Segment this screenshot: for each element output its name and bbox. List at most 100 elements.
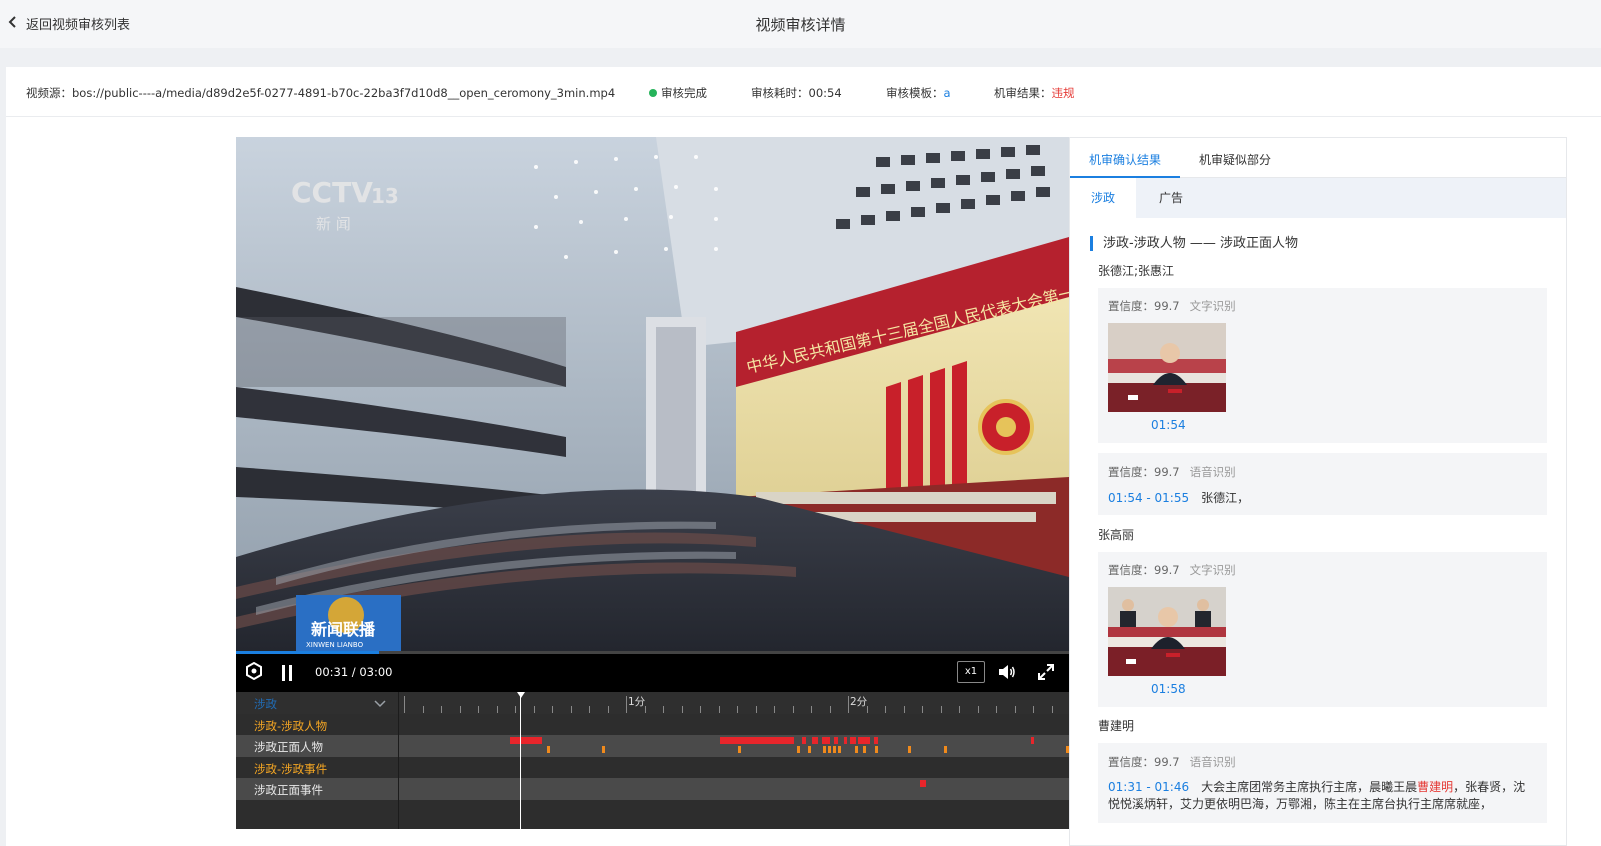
video-frame[interactable]: 中华人民共和国第十三届全国人民代表大会第一次会议 CCTV 13 新 闻 新闻联…	[236, 137, 1069, 651]
playhead[interactable]	[520, 692, 521, 829]
suspect-marker[interactable]	[828, 746, 831, 753]
suspect-marker[interactable]	[944, 746, 947, 753]
settings-hexagon-icon[interactable]	[246, 661, 262, 683]
confidence-label: 置信度：	[1108, 755, 1154, 769]
violation-segment[interactable]	[844, 737, 847, 744]
video-scene: 中华人民共和国第十三届全国人民代表大会第一次会议 CCTV 13 新 闻 新闻联…	[236, 137, 1069, 651]
suspect-marker[interactable]	[823, 746, 826, 753]
playback-speed-button[interactable]: x1	[957, 661, 985, 683]
machine-result-value: 违规	[1051, 86, 1075, 100]
result-panel: 机审确认结果 机审疑似部分 涉政 广告 涉政-涉政人物 —— 涉政正面人物 张德…	[1069, 137, 1567, 846]
suspect-marker[interactable]	[602, 746, 605, 753]
violation-segment[interactable]	[1031, 737, 1034, 744]
news-logo-text: 新闻联播	[311, 620, 376, 639]
review-duration-label: 审核耗时：	[751, 86, 809, 100]
tab-confirmed-results[interactable]: 机审确认结果	[1089, 151, 1161, 168]
status-badge: 审核完成	[649, 85, 707, 101]
frame-thumbnail[interactable]	[1108, 587, 1226, 676]
ruler-tick	[959, 706, 960, 713]
person-name: 曹建明	[1098, 719, 1135, 733]
ruler-tick	[534, 706, 535, 713]
video-source-value: bos://public----a/media/d89d2e5f-0277-48…	[72, 86, 616, 100]
tab-suspected-parts[interactable]: 机审疑似部分	[1199, 151, 1271, 168]
ruler-tick	[608, 706, 609, 713]
ruler-label-1min: 1分	[628, 696, 646, 708]
review-timeline[interactable]: 涉政 1分 2分 涉政-涉政人物 涉政正面人物 涉政-涉政事件 涉政正面事件	[236, 692, 1069, 829]
confidence-meta: 置信度：99.7 文字识别	[1108, 562, 1236, 578]
channel-logo-number: 13	[371, 184, 399, 208]
suspect-marker[interactable]	[808, 746, 811, 753]
ruler-tick	[811, 706, 812, 713]
top-bar: 返回视频审核列表 视频审核详情	[0, 0, 1601, 48]
violation-segment[interactable]	[720, 737, 794, 744]
violation-segment[interactable]	[920, 780, 926, 787]
timestamp-link[interactable]: 01:58	[1151, 682, 1186, 696]
ruler-tick	[941, 706, 942, 713]
suspect-marker[interactable]	[797, 746, 800, 753]
violation-segment[interactable]	[822, 737, 830, 744]
confidence-label: 置信度：	[1108, 563, 1154, 577]
time-range-link[interactable]: 01:31 - 01:46	[1108, 780, 1189, 794]
time-range-link[interactable]: 01:54 - 01:55	[1108, 491, 1189, 505]
suspect-marker[interactable]	[863, 746, 866, 753]
confidence-value: 99.7	[1154, 563, 1180, 577]
current-time: 00:31	[315, 665, 349, 679]
violation-segment[interactable]	[802, 737, 806, 744]
violation-segment[interactable]	[510, 737, 542, 744]
ruler-tick	[1052, 706, 1053, 713]
review-duration: 审核耗时：00:54	[751, 85, 842, 101]
suspect-marker[interactable]	[908, 746, 911, 753]
suspect-marker[interactable]	[838, 746, 841, 753]
review-template: 审核模板：a	[886, 85, 951, 101]
tab-advertising[interactable]: 广告	[1136, 178, 1206, 218]
video-source-label: 视频源：	[26, 86, 72, 100]
speech-snippet: 01:31 - 01:46 大会主席团常务主席执行主席，晨曦王晨曹建明，张春贤，沈…	[1108, 779, 1533, 813]
person-name: 张高丽	[1098, 528, 1135, 542]
suspect-marker[interactable]	[855, 746, 858, 753]
review-template-label: 审核模板：	[886, 86, 944, 100]
ruler-tick	[830, 706, 831, 713]
suspect-marker[interactable]	[833, 746, 836, 753]
violation-segment[interactable]	[858, 737, 870, 744]
ruler-tick	[1033, 706, 1034, 713]
review-template-value[interactable]: a	[944, 86, 951, 100]
video-source: 视频源：bos://public----a/media/d89d2e5f-027…	[26, 85, 615, 101]
category-tabs: 涉政 广告	[1070, 178, 1566, 218]
ruler-tick	[885, 706, 886, 713]
confidence-value: 99.7	[1154, 755, 1180, 769]
violation-segment[interactable]	[874, 737, 878, 744]
ruler-tick	[793, 706, 794, 713]
fullscreen-icon[interactable]	[1038, 664, 1054, 683]
ruler-tick	[497, 706, 498, 713]
pause-icon[interactable]	[281, 665, 293, 684]
suspect-marker[interactable]	[738, 746, 741, 753]
confidence-value: 99.7	[1154, 465, 1180, 479]
speech-text: 大会主席团常务主席执行主席，晨曦王晨	[1201, 780, 1418, 794]
ruler-tick	[904, 706, 905, 713]
person-name: 张德江;张惠江	[1098, 264, 1175, 278]
info-bar: 视频源：bos://public----a/media/d89d2e5f-027…	[6, 67, 1601, 117]
ruler-label-2min: 2分	[850, 696, 868, 708]
violation-segment[interactable]	[812, 737, 818, 744]
total-time: 03:00	[359, 665, 393, 679]
ruler-tick	[571, 706, 572, 713]
time-separator: /	[348, 665, 360, 679]
playhead-handle[interactable]	[517, 692, 525, 698]
timestamp-link[interactable]: 01:54	[1151, 418, 1186, 432]
result-tabs: 机审确认结果 机审疑似部分	[1070, 138, 1566, 178]
frame-thumbnail[interactable]	[1108, 323, 1226, 412]
suspect-marker[interactable]	[875, 746, 878, 753]
suspect-marker[interactable]	[547, 746, 550, 753]
violation-segment[interactable]	[834, 737, 838, 744]
machine-result-label: 机审结果：	[994, 86, 1052, 100]
confidence-meta: 置信度：99.7 文字识别	[1108, 298, 1236, 314]
time-display: 00:31 / 03:00	[315, 665, 393, 679]
violation-segment[interactable]	[850, 737, 856, 744]
tab-politics[interactable]: 涉政	[1070, 178, 1136, 218]
ruler-tick	[478, 706, 479, 713]
ruler-tick	[460, 706, 461, 713]
volume-icon[interactable]	[998, 664, 1016, 683]
ruler-tick	[737, 706, 738, 713]
review-duration-value: 00:54	[808, 86, 842, 100]
ruler-tick	[423, 706, 424, 713]
